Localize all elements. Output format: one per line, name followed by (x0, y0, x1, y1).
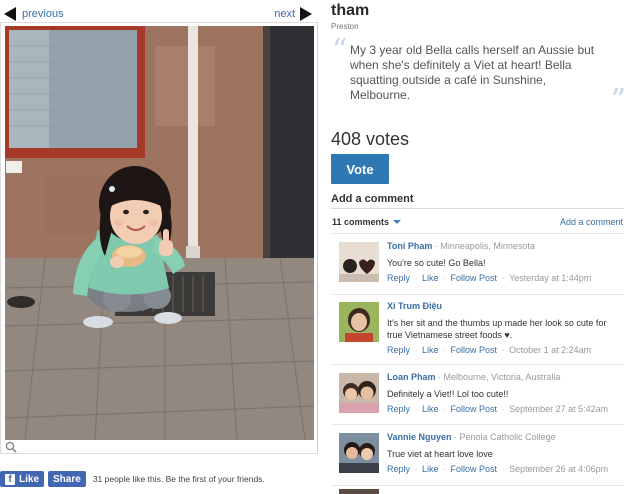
comment-timestamp[interactable]: October 1 at 2:24am (509, 345, 591, 355)
comment-body: Vannie Nguyen · Penola Catholic College … (387, 431, 623, 475)
avatar[interactable] (339, 373, 379, 413)
comment-item: Xi Trum Điệu It's her sit and the thumbs… (331, 296, 624, 360)
comment-item: Vannie Nguyen · Penola Catholic College … (331, 427, 624, 485)
avatar[interactable] (339, 489, 379, 494)
follow-post-link[interactable]: Follow Post (451, 345, 498, 355)
arrow-right-icon[interactable] (300, 7, 312, 21)
previous-link[interactable]: previous (4, 7, 64, 21)
like-link[interactable]: Like (422, 404, 439, 414)
avatar[interactable] (339, 242, 379, 282)
comment-text: Definitely a Viet!! Lol too cute!! (387, 389, 509, 399)
like-link[interactable]: Like (422, 464, 439, 474)
comment-item: Toni Pham · Minneapolis, Minnesota You'r… (331, 236, 624, 294)
like-label[interactable]: Like (19, 474, 39, 485)
comment-text: You're so cute! Go Bella! (387, 258, 486, 268)
entry-details: tham Preston “ My 3 year old Bella calls… (331, 0, 626, 494)
comment-timestamp[interactable]: September 26 at 4:06pm (509, 464, 608, 474)
entry-caption: My 3 year old Bella calls herself an Aus… (350, 43, 595, 102)
comments-count-dropdown[interactable]: 11 comments (332, 217, 402, 227)
magnifier-icon[interactable] (5, 441, 17, 453)
comment-body: Toni Pham · Minneapolis, Minnesota You'r… (387, 240, 623, 284)
divider (331, 294, 624, 295)
avatar[interactable] (339, 302, 379, 342)
reply-link[interactable]: Reply (387, 404, 410, 414)
facebook-like-button[interactable]: f Like (0, 471, 45, 487)
comment-author[interactable]: Vannie Nguyen (387, 432, 452, 442)
avatar[interactable] (339, 433, 379, 473)
reply-link[interactable]: Reply (387, 345, 410, 355)
comment-location: Melbourne, Victoria, Australia (443, 372, 561, 382)
follow-post-link[interactable]: Follow Post (451, 464, 498, 474)
follow-post-link[interactable]: Follow Post (451, 404, 498, 414)
comment-location: Penola Catholic College (459, 432, 556, 442)
comment-location: Minneapolis, Minnesota (440, 241, 535, 251)
entry-photo[interactable] (5, 26, 314, 440)
divider (331, 364, 624, 365)
photo-frame (0, 22, 318, 454)
comment-author[interactable]: Xi Trum Điệu (387, 301, 442, 311)
reply-link[interactable]: Reply (387, 464, 410, 474)
arrow-left-icon[interactable] (4, 7, 16, 21)
comment-author[interactable]: Loan Pham (387, 372, 436, 382)
comment-timestamp[interactable]: Yesterday at 1:44pm (509, 273, 591, 283)
divider (331, 424, 624, 425)
comment-item: Loan Pham · Melbourne, Victoria, Austral… (331, 367, 624, 425)
quote-close-icon: ” (610, 83, 626, 118)
divider (331, 485, 624, 486)
like-link[interactable]: Like (422, 273, 439, 283)
share-label[interactable]: Share (53, 474, 81, 485)
comment-timestamp[interactable]: September 27 at 5:42am (509, 404, 608, 414)
follow-post-link[interactable]: Follow Post (451, 273, 498, 283)
comment-text: True viet at heart love love (387, 449, 493, 459)
facebook-share-button[interactable]: Share (48, 471, 86, 487)
quote-open-icon: “ (332, 33, 348, 68)
photo-column: previous next f Like Share 31 people lik… (0, 0, 322, 494)
comment-author[interactable]: Toni Pham (387, 241, 432, 251)
author-name: tham (331, 2, 370, 19)
facebook-icon: f (5, 473, 15, 485)
chevron-down-icon[interactable] (393, 220, 402, 224)
reply-link[interactable]: Reply (387, 273, 410, 283)
comment-text: It's her sit and the thumbs up made her … (387, 318, 607, 340)
comment-body: Xi Trum Điệu It's her sit and the thumbs… (387, 300, 623, 356)
vote-button[interactable]: Vote (331, 154, 389, 184)
previous-label[interactable]: previous (22, 8, 64, 20)
next-link[interactable]: next (274, 7, 312, 21)
like-summary: 31 people like this. Be the first of you… (92, 474, 265, 484)
comment-body: Loan Pham · Melbourne, Victoria, Austral… (387, 371, 623, 415)
comments-toolbar: 11 comments Add a comment (331, 208, 624, 234)
vote-count: 408 votes (331, 129, 410, 149)
like-link[interactable]: Like (422, 345, 439, 355)
next-label[interactable]: next (274, 8, 295, 20)
photo-navigation: previous next (0, 4, 316, 24)
add-comment-heading: Add a comment (331, 193, 414, 205)
facebook-like-bar: f Like Share 31 people like this. Be the… (0, 471, 265, 487)
add-comment-link[interactable]: Add a comment (560, 217, 623, 227)
comments-count-label[interactable]: 11 comments (332, 217, 389, 227)
author-location: Preston (331, 22, 359, 31)
